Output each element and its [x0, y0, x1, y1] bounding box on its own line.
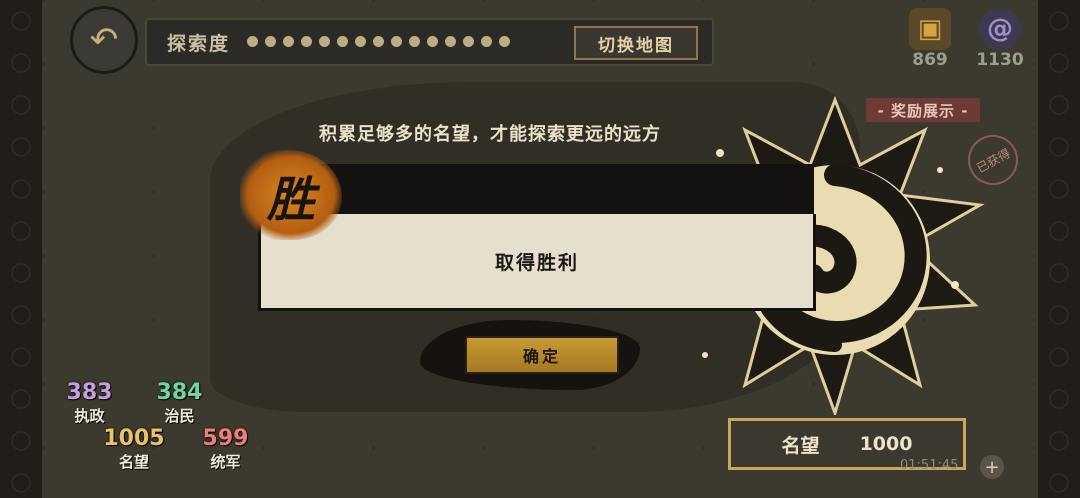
progress-dot	[409, 36, 420, 47]
progress-dot	[463, 36, 474, 47]
victory-badge: 胜	[240, 150, 342, 240]
stat-governance-label: 执政	[74, 407, 105, 425]
progress-dot	[265, 36, 276, 47]
stat-fame-label: 名望	[118, 453, 149, 471]
stat-governance-value: 383	[66, 380, 113, 405]
exploration-label: 探索度	[167, 33, 231, 55]
progress-dot	[337, 36, 348, 47]
stat-military-value: 599	[202, 426, 249, 451]
stat-civil-label: 治民	[164, 407, 195, 425]
progress-dot	[481, 36, 492, 47]
progress-dot	[301, 36, 312, 47]
countdown-timer: 01:51:45	[900, 458, 959, 473]
fame-label: 名望	[781, 434, 820, 457]
progress-dot	[373, 36, 384, 47]
progress-dot	[319, 36, 330, 47]
stat-fame-value: 1005	[103, 426, 165, 451]
plus-icon: +	[984, 456, 1000, 478]
stat-governance: 383 执政	[62, 380, 117, 426]
victory-badge-text: 胜	[266, 172, 315, 228]
stat-civil-value: 384	[156, 380, 203, 405]
dialog-header	[258, 164, 814, 214]
back-button[interactable]: ↶	[70, 6, 138, 74]
exploration-progress	[247, 36, 510, 47]
progress-dot	[427, 36, 438, 47]
resource-spiral[interactable]: @ 1130	[960, 8, 1040, 70]
stat-fame: 1005 名望	[102, 426, 166, 472]
progress-dot	[499, 36, 510, 47]
dialog-body: 取得胜利	[258, 214, 816, 311]
spiral-icon: @	[979, 8, 1021, 50]
fame-value: 1000	[859, 433, 913, 455]
switch-map-button[interactable]: 切换地图	[574, 26, 698, 60]
resource-spiral-value: 1130	[976, 50, 1024, 70]
totem-icon: ▣	[909, 8, 951, 50]
back-arrow-icon: ↶	[89, 20, 119, 60]
stat-military-label: 统军	[210, 453, 241, 471]
progress-dot	[445, 36, 456, 47]
fame-notice: 积累足够多的名望，才能探索更远的远方	[319, 124, 661, 145]
progress-dot	[283, 36, 294, 47]
confirm-button[interactable]: 确定	[465, 336, 619, 374]
progress-dot	[391, 36, 402, 47]
stat-military: 599 统军	[198, 426, 253, 472]
exploration-bar: 探索度 切换地图	[145, 18, 714, 66]
victory-message: 取得胜利	[494, 251, 579, 274]
add-button[interactable]: +	[980, 455, 1004, 479]
resource-totem[interactable]: ▣ 869	[890, 8, 970, 70]
stat-civil: 384 治民	[152, 380, 207, 426]
progress-dot	[355, 36, 366, 47]
resource-totem-value: 869	[912, 50, 948, 70]
right-border	[1038, 0, 1080, 498]
left-border	[0, 0, 42, 498]
progress-dot	[247, 36, 258, 47]
